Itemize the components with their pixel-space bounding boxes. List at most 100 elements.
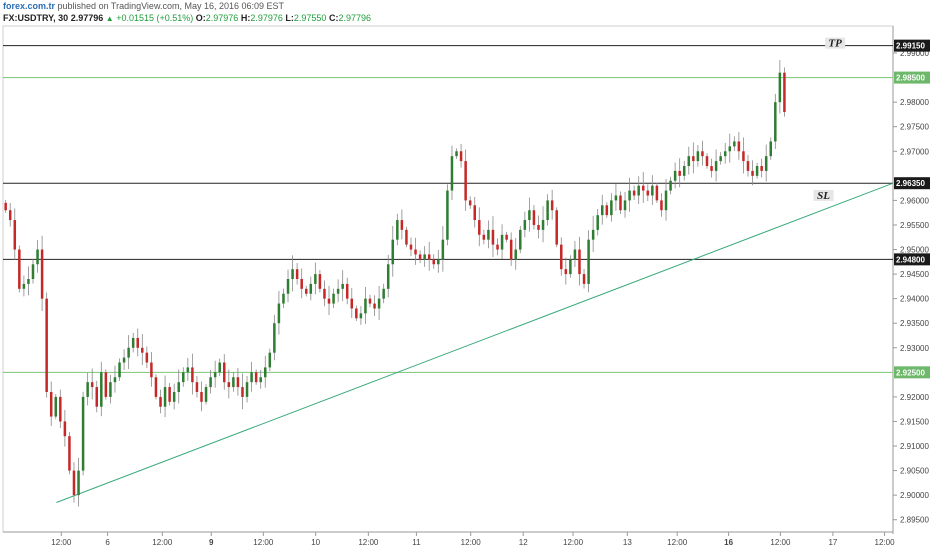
candle-body (601, 205, 604, 216)
candle-body (651, 185, 654, 196)
candle-body (304, 288, 308, 294)
candle-body (478, 220, 481, 235)
candle-body (122, 357, 126, 363)
candle-body (432, 259, 436, 265)
candle-body (764, 156, 768, 171)
candle-body (778, 72, 782, 103)
candle-body (13, 220, 17, 250)
candle-body (241, 387, 244, 397)
candle-body (446, 190, 449, 240)
candle-body (86, 382, 89, 397)
candle-body (728, 146, 732, 152)
candle-body (646, 190, 650, 196)
x-tick-label: 12:00 (667, 538, 688, 547)
candle-body (355, 308, 358, 319)
candle-body (632, 190, 636, 196)
candle-body (569, 259, 572, 275)
candle-body (259, 377, 262, 383)
candle-body (705, 156, 709, 167)
candle-body (309, 283, 313, 294)
candle-body (113, 377, 117, 383)
candle-body (655, 185, 659, 201)
candle-body (327, 298, 331, 304)
candle-body (22, 283, 26, 289)
annotation-label: SL (817, 190, 830, 202)
candle-body (4, 202, 7, 211)
candle-body (204, 387, 208, 402)
x-tick-label: 12:00 (152, 538, 173, 547)
candle-body (127, 347, 130, 358)
x-tick-label: 11 (412, 538, 421, 547)
candle-body (336, 288, 340, 294)
candle-body (168, 387, 171, 402)
candle-body (141, 347, 144, 353)
candle-body (286, 279, 290, 294)
candle-body (564, 269, 568, 275)
candle-body (505, 234, 508, 240)
candle-body (245, 382, 249, 397)
x-tick-label: 12 (519, 538, 528, 547)
x-tick-label: 17 (828, 538, 837, 547)
candle-body (63, 421, 67, 437)
candle-body (500, 234, 504, 250)
candle-body (40, 249, 44, 299)
x-tick-label: 10 (311, 538, 320, 547)
candle-body (59, 396, 62, 422)
candle-body (418, 254, 422, 260)
candlestick-chart[interactable]: 2.990002.980002.975002.970002.960002.955… (0, 0, 932, 550)
candle-body (332, 293, 335, 304)
candle-body (619, 195, 622, 211)
candle-body (473, 205, 476, 221)
level-price-label: 2.92500 (896, 368, 925, 377)
candle-body (386, 264, 390, 289)
candle-body (437, 259, 440, 265)
candle-body (455, 151, 458, 157)
candle-body (427, 254, 431, 260)
candle-body (145, 352, 149, 363)
candle-body (81, 396, 85, 471)
candle-body (182, 372, 185, 383)
y-tick-label: 2.91500 (900, 417, 929, 426)
candle-body (719, 156, 722, 162)
candle-body (678, 170, 681, 176)
x-tick-label: 12:00 (875, 538, 896, 547)
candle-body (733, 141, 736, 147)
candle-body (783, 72, 786, 112)
candle-body (523, 220, 527, 230)
candle-body (673, 170, 677, 181)
candle-body (482, 234, 486, 240)
candle-body (200, 391, 203, 402)
candle-body (509, 239, 513, 260)
candles-group (4, 59, 786, 507)
candle-body (18, 249, 21, 289)
candle-body (742, 151, 745, 162)
y-tick-label: 2.97500 (900, 123, 929, 132)
candle-body (345, 283, 349, 299)
candle-body (637, 185, 640, 196)
candle-body (396, 220, 399, 240)
candle-body (31, 264, 35, 279)
candle-body (682, 166, 686, 176)
trendline (56, 182, 894, 503)
candle-body (555, 210, 558, 245)
y-tick-label: 2.95500 (900, 221, 929, 230)
candle-body (8, 210, 12, 221)
candle-body (441, 239, 445, 260)
candle-body (701, 151, 704, 157)
candle-body (150, 362, 153, 378)
candle-body (382, 288, 385, 299)
x-tick-label: 12:00 (770, 538, 791, 547)
candle-body (459, 151, 463, 162)
x-tick-label: 12:00 (563, 538, 584, 547)
y-tick-label: 2.89500 (900, 516, 929, 525)
candle-body (546, 200, 549, 221)
y-tick-label: 2.92000 (900, 393, 929, 402)
candle-body (687, 156, 691, 167)
candle-body (610, 200, 613, 216)
candle-body (450, 156, 454, 191)
candle-body (318, 274, 322, 289)
x-tick-label: 12:00 (253, 538, 274, 547)
candle-body (755, 166, 759, 176)
candle-body (550, 200, 554, 211)
candle-body (36, 249, 39, 265)
